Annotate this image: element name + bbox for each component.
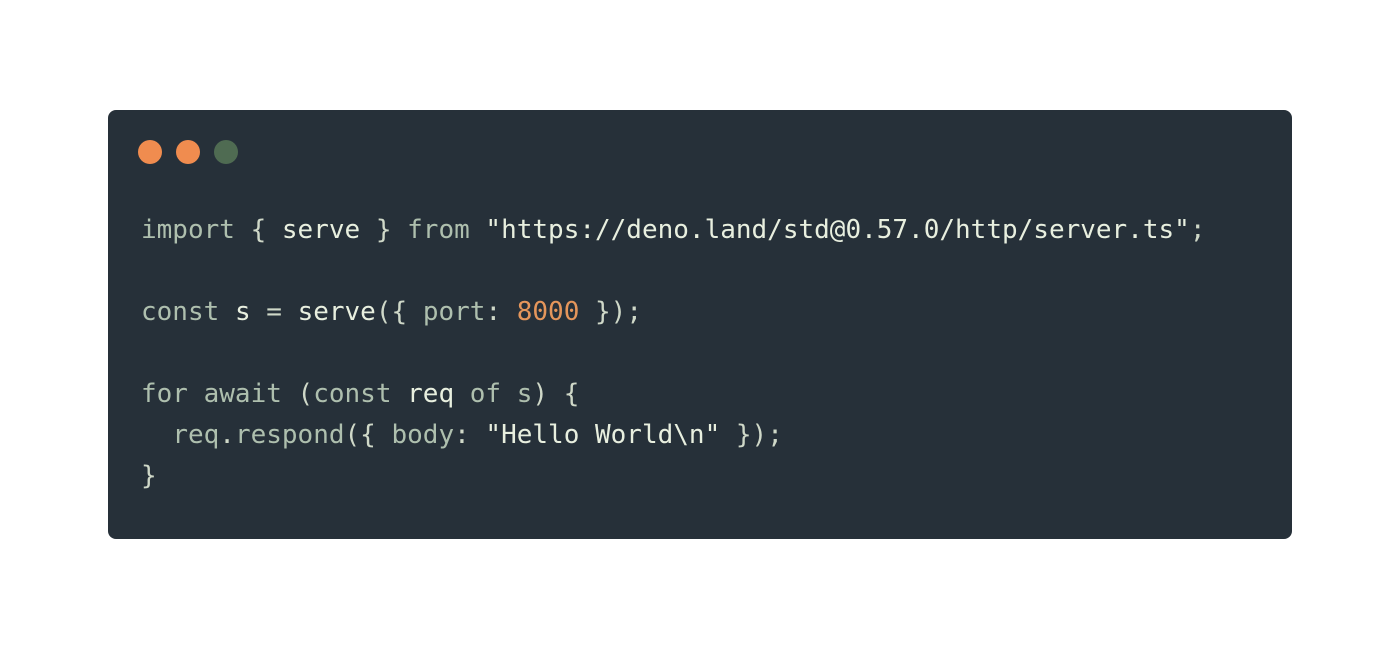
identifier-serve-call: serve: [297, 297, 376, 327]
keyword-from: from: [407, 215, 470, 245]
property-body: body: [391, 420, 455, 450]
punctuation-dot: .: [219, 420, 235, 450]
identifier-s-ref: s: [516, 379, 533, 409]
identifier-req-ref: req: [172, 420, 220, 450]
keyword-const: const: [141, 297, 220, 327]
maximize-window-dot-icon[interactable]: [214, 140, 238, 164]
punctuation: ({: [344, 420, 392, 450]
punctuation: }: [360, 215, 408, 245]
keyword-for: for: [141, 379, 188, 409]
punctuation: });: [720, 420, 783, 450]
punctuation-semicolon: ;: [1189, 215, 1206, 245]
property-port: port: [422, 297, 486, 327]
punctuation-colon: :: [485, 297, 517, 327]
method-respond: respond: [234, 420, 345, 450]
number-port-value: 8000: [516, 297, 580, 327]
string-hello-world: "Hello World\n": [485, 420, 721, 450]
code-block: import { serve } from "https://deno.land…: [141, 210, 1205, 497]
punctuation: });: [579, 297, 642, 327]
punctuation: ({: [375, 297, 423, 327]
code-line-5: for await (const req of s) {: [141, 374, 1205, 415]
minimize-window-dot-icon[interactable]: [176, 140, 200, 164]
identifier-serve: serve: [281, 215, 361, 245]
keyword-await: await: [203, 379, 282, 409]
punctuation: ) {: [532, 379, 580, 409]
keyword-of: of: [469, 379, 502, 409]
close-window-dot-icon[interactable]: [138, 140, 162, 164]
keyword-const: const: [313, 379, 392, 409]
code-line-3: const s = serve({ port: 8000 });: [141, 292, 1205, 333]
punctuation: (: [281, 379, 314, 409]
punctuation-colon: :: [454, 420, 486, 450]
code-line-6: req.respond({ body: "Hello World\n" });: [141, 415, 1205, 456]
identifier-s: s: [234, 297, 251, 327]
keyword-import: import: [141, 215, 235, 245]
code-window: import { serve } from "https://deno.land…: [108, 110, 1292, 539]
identifier-req: req: [407, 379, 455, 409]
string-import-url: "https://deno.land/std@0.57.0/http/serve…: [485, 215, 1190, 245]
punctuation: {: [234, 215, 282, 245]
code-line-7: }: [141, 456, 1205, 497]
operator-assign: =: [250, 297, 298, 327]
code-line-1: import { serve } from "https://deno.land…: [141, 210, 1205, 251]
punctuation-closing-brace: }: [141, 461, 157, 491]
